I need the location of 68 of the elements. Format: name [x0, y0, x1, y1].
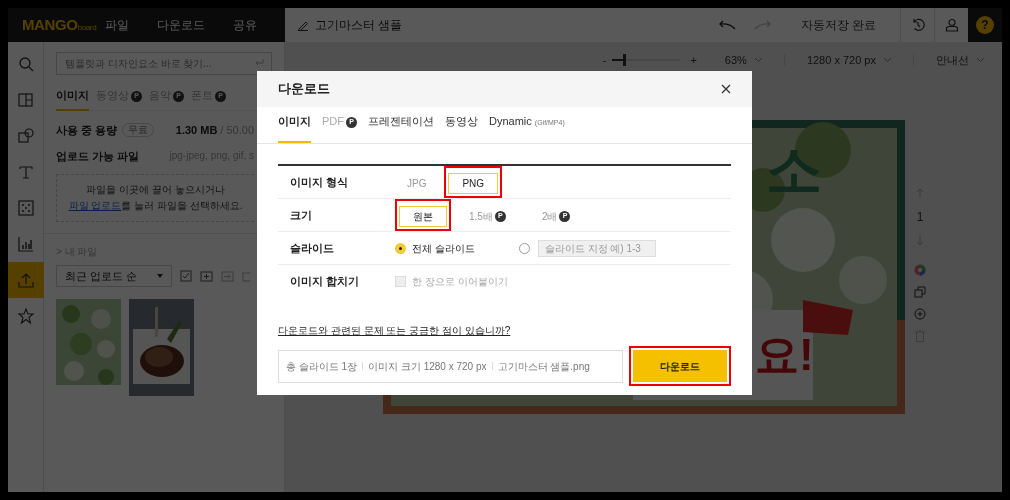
- tool-button[interactable]: [8, 262, 44, 298]
- pencil-icon[interactable]: [297, 19, 309, 31]
- add-folder-icon[interactable]: [200, 270, 213, 282]
- user-icon[interactable]: [944, 18, 959, 32]
- add-icon[interactable]: [914, 308, 926, 320]
- row-label: 슬라이드: [289, 240, 335, 256]
- row-label: 이미지 형식: [289, 174, 350, 190]
- summary-text: 고기마스터 샘플.png: [497, 359, 590, 374]
- usage-value: 1.30 MB: [175, 123, 218, 138]
- help-button[interactable]: ?: [976, 16, 994, 34]
- text-icon: [16, 163, 35, 181]
- menu-item[interactable]: 공유: [233, 16, 257, 34]
- page-number: 1: [916, 209, 924, 226]
- star-icon: [16, 307, 35, 325]
- drop-hint: 파일을 이곳에 끌어 놓으시거나: [86, 183, 225, 197]
- chevron-icon: [977, 58, 984, 62]
- drop-instruction: 파일 업로드를 눌러 파일을 선택하세요.: [68, 199, 243, 213]
- sort-dropdown[interactable]: 최근 업로드 순: [56, 265, 172, 287]
- checkbox-label: 한 장으로 이어붙이기: [412, 275, 508, 289]
- zoom-in-button[interactable]: +: [690, 51, 697, 69]
- document-title[interactable]: 고기마스터 샘플: [315, 16, 403, 34]
- pattern-icon: [16, 199, 35, 217]
- menu-item[interactable]: 파일: [105, 16, 129, 34]
- download-button[interactable]: 다운로드: [633, 350, 727, 382]
- drop-zone[interactable]: 파일을 이곳에 끌어 놓으시거나 파일 업로드를 눌러 파일을 선택하세요.: [56, 174, 254, 222]
- menu-item[interactable]: 다운로드: [157, 16, 205, 34]
- row-label: 크기: [289, 207, 313, 223]
- guides-dropdown[interactable]: 안내선: [936, 51, 984, 69]
- save-status: 자동저장 완료: [800, 17, 876, 34]
- search-icon: [16, 55, 35, 73]
- option-button[interactable]: JPG: [393, 173, 441, 194]
- panel-tab[interactable]: 이미지: [56, 86, 89, 111]
- help-link[interactable]: 다운로드와 관련된 문제 또는 궁금한 점이 있습니까?: [278, 323, 511, 338]
- color-wheel-icon[interactable]: [914, 264, 926, 276]
- redo-icon[interactable]: [754, 19, 773, 31]
- usage-label: 사용 중 용량: [56, 123, 118, 138]
- formats-label: 업로드 가능 파일: [56, 148, 140, 164]
- radio-button[interactable]: [395, 242, 406, 254]
- upload-link[interactable]: 파일 업로드: [68, 200, 122, 211]
- enter-icon: [254, 58, 264, 66]
- row-label: 이미지 합치기: [289, 274, 361, 290]
- layout-icon: [16, 91, 35, 109]
- caret-icon: [157, 274, 163, 278]
- summary-text: 이미지 크기 1280 x 720 px: [368, 359, 487, 374]
- undo-icon[interactable]: [718, 19, 737, 31]
- copy-icon[interactable]: [914, 286, 926, 298]
- history-icon[interactable]: [910, 18, 925, 32]
- slide-text: 요!: [755, 333, 814, 377]
- move-icon[interactable]: [221, 270, 234, 282]
- dialog-tab[interactable]: 동영상: [445, 113, 478, 143]
- option-button[interactable]: 원본: [399, 206, 447, 227]
- size-dropdown[interactable]: 1280 x 720 px: [806, 51, 891, 69]
- close-icon[interactable]: [721, 84, 731, 94]
- dialog-tab[interactable]: 이미지: [278, 113, 311, 143]
- radio-label: 전체 슬라이드: [412, 241, 475, 256]
- upload-icon: [16, 271, 35, 289]
- zoom-slider[interactable]: [612, 54, 681, 66]
- shapes-icon: [16, 127, 35, 145]
- summary-text: 총 슬라이드 1장: [286, 359, 358, 374]
- dialog-title: 다운로드: [278, 80, 330, 99]
- chart-icon: [16, 235, 35, 253]
- dialog-tab[interactable]: 프레젠테이션: [368, 113, 434, 143]
- chevron-icon: [884, 58, 891, 62]
- chevron-icon: [754, 58, 762, 62]
- zoom-out-button[interactable]: -: [602, 51, 607, 69]
- checkbox-icon[interactable]: [180, 270, 192, 282]
- option-button[interactable]: PNG: [448, 173, 499, 194]
- zoom-dropdown[interactable]: 63%: [724, 51, 762, 69]
